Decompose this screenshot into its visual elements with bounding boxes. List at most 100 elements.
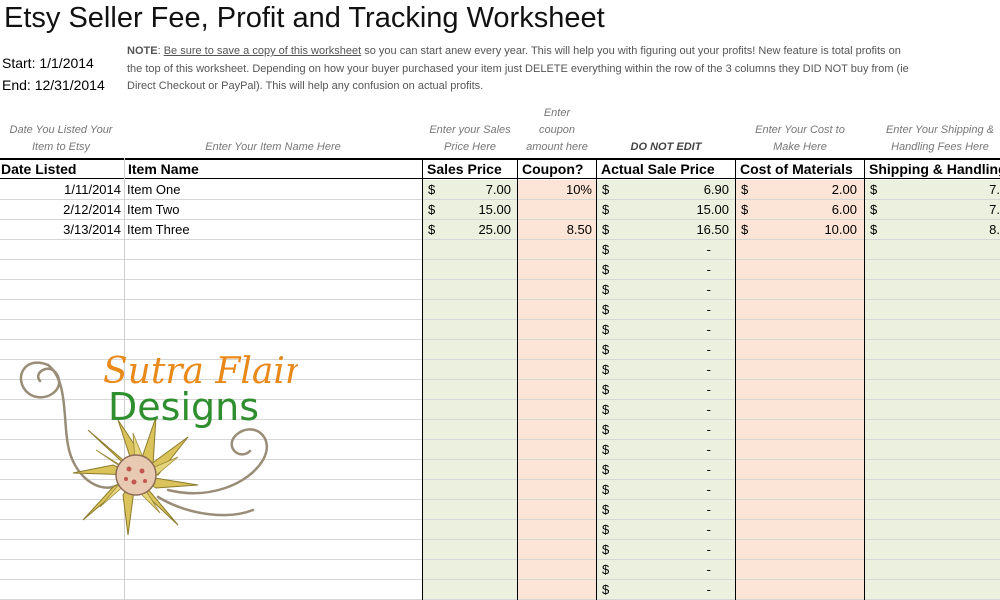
hint-date: Date You Listed Your Item to Etsy <box>9 124 113 153</box>
column-divider <box>735 158 736 600</box>
cost-column-fill <box>736 180 864 600</box>
cell-actual-sale-price: - <box>706 502 711 517</box>
hint-actual: DO NOT EDIT <box>630 141 702 153</box>
shipping-column-fill <box>865 180 1000 600</box>
currency-symbol: $ <box>428 182 436 197</box>
sutra-flair-logo: Sutra Flair Designs <box>19 351 298 536</box>
currency-symbol: $ <box>602 462 610 477</box>
cell-shipping-handling[interactable]: 8. <box>882 220 1000 240</box>
cell-sales-price[interactable]: 25.00 <box>440 220 511 240</box>
note-line-3: Direct Checkout or PayPal). This will he… <box>127 80 484 92</box>
column-divider <box>596 158 597 600</box>
currency-symbol: $ <box>602 282 610 297</box>
cell-actual-sale-price: - <box>706 322 711 337</box>
cell-actual-sale-price: - <box>706 422 711 437</box>
currency-symbol: $ <box>602 482 610 497</box>
currency-symbol: $ <box>602 562 610 577</box>
cell-item-name[interactable]: Item Three <box>127 220 417 240</box>
row-gridline <box>0 279 1000 280</box>
cell-actual-sale-price: 16.50 <box>696 222 729 237</box>
note-line-2: the top of this worksheet. Depending on … <box>127 62 909 75</box>
cell-date-listed[interactable]: 1/11/2014 <box>0 180 121 200</box>
worksheet-note: NOTE: Be sure to save a copy of this wor… <box>127 43 1000 96</box>
row-gridline <box>0 259 1000 260</box>
row-gridline <box>0 319 1000 320</box>
header-coupon[interactable]: Coupon? <box>518 158 597 179</box>
currency-symbol: $ <box>870 222 878 237</box>
currency-symbol: $ <box>870 202 878 217</box>
cell-actual-sale-price: - <box>706 302 711 317</box>
cell-actual-sale-price: - <box>706 562 711 577</box>
cell-actual-sale-price: - <box>706 582 711 597</box>
coupon-column-fill <box>518 180 596 600</box>
header-item-name[interactable]: Item Name <box>124 158 423 179</box>
worksheet-title: Etsy Seller Fee, Profit and Tracking Wor… <box>4 2 605 34</box>
currency-symbol: $ <box>602 242 610 257</box>
header-date-listed[interactable]: Date Listed <box>0 158 124 179</box>
cell-actual-sale-price: - <box>706 362 711 377</box>
cell-actual-sale-price: - <box>706 462 711 477</box>
column-divider <box>422 158 423 600</box>
hint-sales: Enter your Sales Price Here <box>429 124 511 153</box>
column-divider <box>517 158 518 600</box>
cell-shipping-handling[interactable]: 7. <box>882 200 1000 220</box>
hint-coupon: Enter coupon amount here <box>526 107 588 153</box>
column-divider <box>864 158 865 600</box>
cell-actual-sale-price: - <box>706 522 711 537</box>
currency-symbol: $ <box>602 342 610 357</box>
hint-cost: Enter Your Cost to Make Here <box>755 124 845 153</box>
cell-item-name[interactable]: Item Two <box>127 200 417 220</box>
currency-symbol: $ <box>602 302 610 317</box>
currency-symbol: $ <box>428 222 436 237</box>
cell-coupon[interactable] <box>520 200 592 220</box>
end-date: End: 12/31/2014 <box>2 77 105 93</box>
currency-symbol: $ <box>602 402 610 417</box>
cell-coupon[interactable]: 10% <box>520 180 592 200</box>
cell-item-name[interactable]: Item One <box>127 180 417 200</box>
cell-sales-price[interactable]: 15.00 <box>440 200 511 220</box>
cell-sales-price[interactable]: 7.00 <box>440 180 511 200</box>
cell-shipping-handling[interactable]: 7. <box>882 180 1000 200</box>
cell-actual-sale-price: - <box>706 542 711 557</box>
cell-actual-sale-price: - <box>706 282 711 297</box>
cell-actual-sale-price: 15.00 <box>696 202 729 217</box>
currency-symbol: $ <box>602 522 610 537</box>
flower-icon <box>72 416 199 536</box>
currency-symbol: $ <box>428 202 436 217</box>
cell-actual-sale-price: - <box>706 442 711 457</box>
cell-actual-sale-price: 6.90 <box>703 182 729 197</box>
cell-date-listed[interactable]: 2/12/2014 <box>0 200 121 220</box>
currency-symbol: $ <box>602 202 610 217</box>
cell-date-listed[interactable]: 3/13/2014 <box>0 220 121 240</box>
cell-cost-of-materials[interactable]: 6.00 <box>753 200 857 220</box>
currency-symbol: $ <box>870 182 878 197</box>
cell-actual-sale-price: - <box>706 242 711 257</box>
currency-symbol: $ <box>602 382 610 397</box>
row-gridline <box>0 559 1000 560</box>
note-underlined: Be sure to save a copy of this worksheet <box>163 45 362 57</box>
header-actual-sale-price[interactable]: Actual Sale Price <box>597 158 736 179</box>
currency-symbol: $ <box>602 322 610 337</box>
cell-actual-sale-price: - <box>706 482 711 497</box>
header-shipping-handling[interactable]: Shipping & Handling <box>865 158 1000 179</box>
sales-column-fill <box>423 180 517 600</box>
cell-actual-sale-price: - <box>706 402 711 417</box>
row-gridline <box>0 579 1000 580</box>
cell-coupon[interactable]: 8.50 <box>520 220 592 240</box>
header-sales-price[interactable]: Sales Price <box>423 158 518 179</box>
cell-cost-of-materials[interactable]: 10.00 <box>753 220 857 240</box>
cell-actual-sale-price: - <box>706 342 711 357</box>
logo-designs-text: Designs <box>108 385 259 429</box>
currency-symbol: $ <box>602 542 610 557</box>
row-gridline <box>0 299 1000 300</box>
currency-symbol: $ <box>602 422 610 437</box>
currency-symbol: $ <box>602 502 610 517</box>
hint-item: Enter Your Item Name Here <box>205 141 341 153</box>
currency-symbol: $ <box>602 262 610 277</box>
currency-symbol: $ <box>602 442 610 457</box>
currency-symbol: $ <box>602 582 610 597</box>
note-label: NOTE <box>127 45 158 57</box>
cell-cost-of-materials[interactable]: 2.00 <box>753 180 857 200</box>
currency-symbol: $ <box>741 182 749 197</box>
header-cost-of-materials[interactable]: Cost of Materials <box>736 158 865 179</box>
